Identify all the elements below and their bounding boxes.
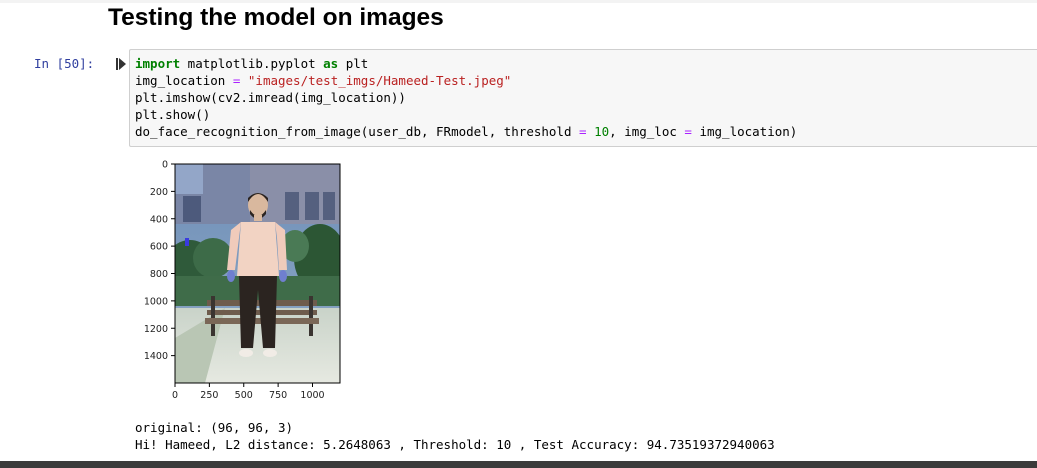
x-tick-label: 0: [172, 390, 178, 401]
code-editor[interactable]: import matplotlib.pyplot as plt img_loca…: [135, 55, 797, 140]
code-line-4: plt.show(): [135, 107, 211, 122]
x-tick-label: 750: [269, 390, 287, 401]
code-line-1: import matplotlib.pyplot as plt: [135, 56, 369, 71]
y-tick-label: 400: [150, 214, 168, 225]
y-tick-label: 800: [150, 269, 168, 280]
x-tick-label: 1000: [300, 390, 324, 401]
cell-output: original: (96, 96, 3) Hi! Hameed, L2 dis…: [135, 419, 775, 453]
y-axis: 0 200 400 600 800 1000 1200 1400: [144, 160, 175, 362]
section-heading: Testing the model on images: [108, 4, 444, 31]
bottom-scrollbar[interactable]: [0, 461, 1037, 468]
plotted-photo: [175, 164, 340, 383]
image-plot: 0 200 400 600 800 1000 1200 1400 0 250 500 750 1000: [144, 160, 341, 401]
y-tick-label: 1400: [144, 351, 168, 362]
x-axis: 0 250 500 750 1000: [172, 383, 325, 401]
output-result-line: Hi! Hameed, L2 distance: 5.2648063 , Thr…: [135, 437, 775, 452]
code-line-3: plt.imshow(cv2.imread(img_location)): [135, 90, 406, 105]
y-tick-label: 200: [150, 187, 168, 198]
cell-prompt: In [50]:: [34, 56, 95, 71]
run-cell-icon[interactable]: [114, 56, 128, 72]
x-tick-label: 250: [200, 390, 218, 401]
code-line-2: img_location = "images/test_imgs/Hameed-…: [135, 73, 512, 88]
code-line-5: do_face_recognition_from_image(user_db, …: [135, 124, 798, 139]
x-tick-label: 500: [235, 390, 253, 401]
output-shape-line: original: (96, 96, 3): [135, 420, 294, 435]
y-tick-label: 1000: [144, 296, 168, 307]
y-tick-label: 0: [162, 160, 168, 171]
y-tick-label: 1200: [144, 324, 168, 335]
y-tick-label: 600: [150, 242, 168, 253]
